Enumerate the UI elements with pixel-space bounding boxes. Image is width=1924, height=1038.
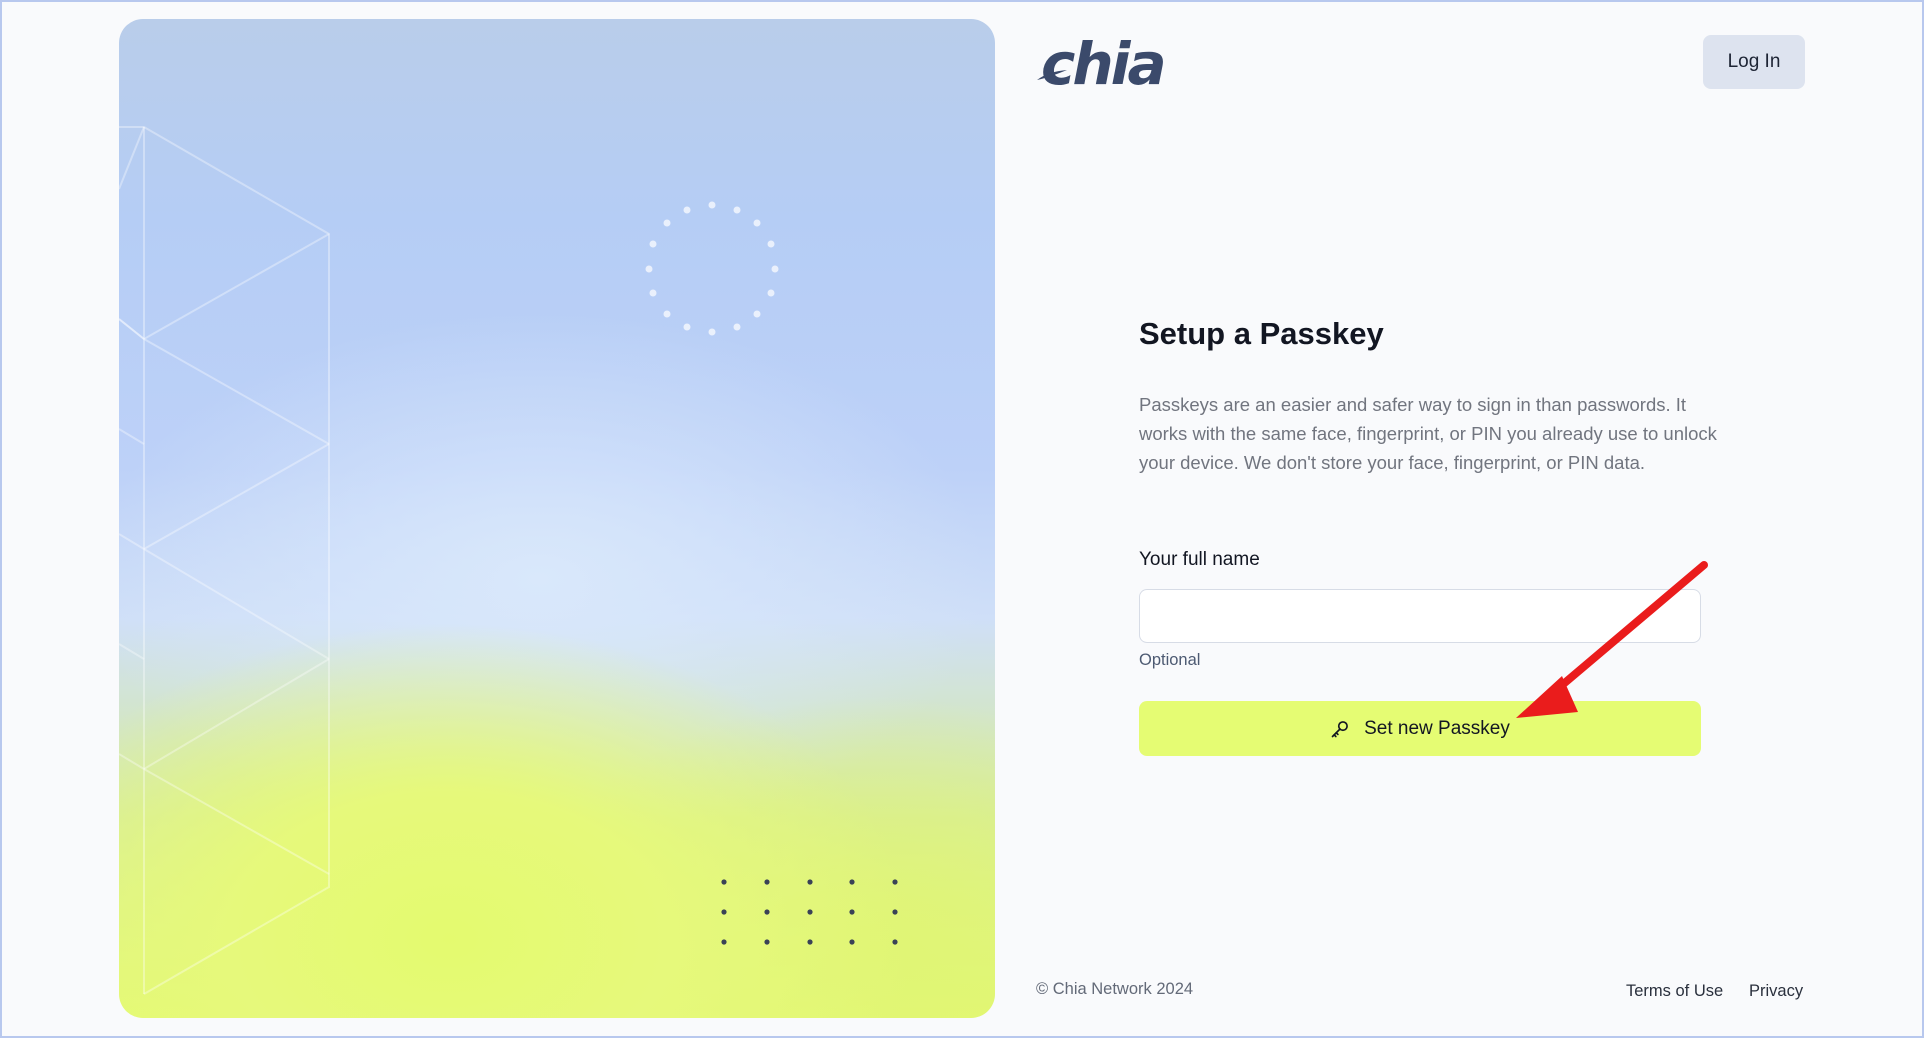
copyright-text: © Chia Network 2024 — [1036, 980, 1194, 998]
set-new-passkey-label: Set new Passkey — [1364, 717, 1510, 739]
full-name-hint: Optional — [1139, 651, 1201, 669]
login-button[interactable]: Log In — [1703, 35, 1805, 89]
full-name-input[interactable] — [1139, 589, 1701, 643]
set-new-passkey-button[interactable]: Set new Passkey — [1139, 701, 1701, 756]
dot-ring — [645, 201, 779, 336]
key-icon — [1330, 719, 1350, 739]
terms-of-use-link[interactable]: Terms of Use — [1626, 982, 1723, 1001]
hero-panel — [119, 19, 995, 1018]
login-button-label: Log In — [1727, 51, 1781, 72]
chia-logo[interactable]: chia — [1037, 34, 1173, 90]
geometric-pattern — [119, 126, 898, 995]
full-name-label: Your full name — [1139, 549, 1260, 570]
dot-grid — [721, 879, 898, 945]
logo-text: chia — [1041, 34, 1164, 90]
page-title: Setup a Passkey — [1139, 316, 1384, 351]
privacy-link[interactable]: Privacy — [1749, 982, 1803, 1001]
page-description: Passkeys are an easier and safer way to … — [1139, 394, 1717, 473]
